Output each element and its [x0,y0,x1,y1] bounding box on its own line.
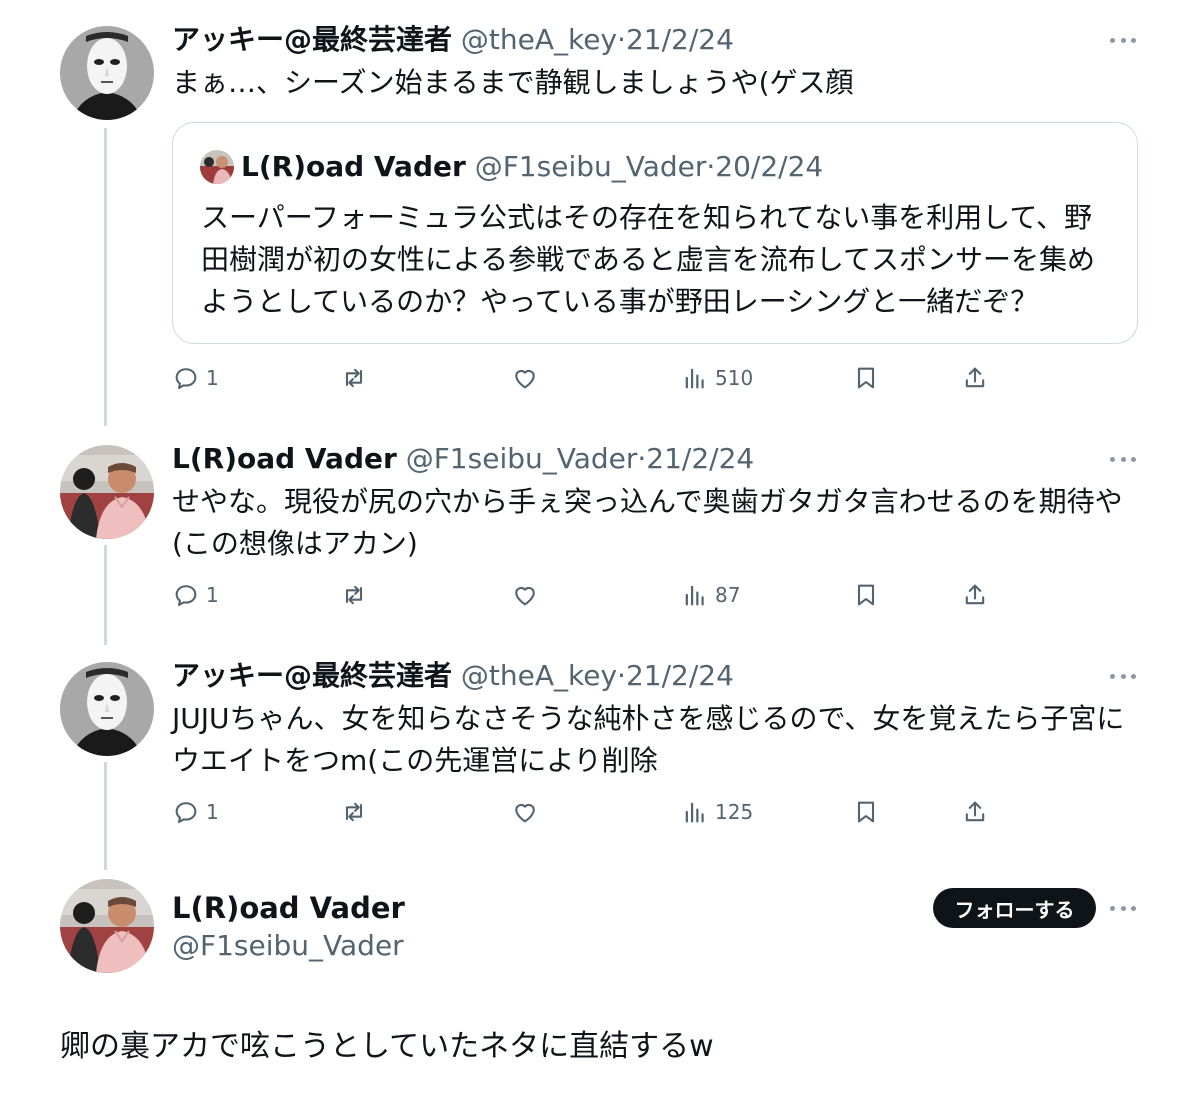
tweet-header: L(R)oad Vader @F1seibu_Vader·21/2/24 [172,439,754,479]
views-icon [685,585,704,606]
tweet-date[interactable]: 21/2/24 [626,659,734,692]
more-icon[interactable] [1110,36,1136,44]
retweet-icon [345,802,363,822]
retweet-icon [345,368,363,388]
author-handle[interactable]: @F1seibu_Vader [406,442,638,475]
like-button[interactable] [511,792,539,832]
author-handle[interactable]: @F1seibu_Vader [172,926,404,966]
retweet-button[interactable] [340,575,368,615]
avatar[interactable] [60,879,154,973]
bookmark-icon [857,801,875,823]
views-button[interactable]: 87 [681,575,740,615]
tweet-date[interactable]: 21/2/24 [646,442,754,475]
tweet-text: 卿の裏アカで呟こうとしていたネタに直結するw [60,1029,714,1064]
like-icon [515,803,535,823]
views-button[interactable]: 510 [681,358,753,398]
separator: · [617,659,626,692]
views-count: 510 [715,366,754,390]
reply-count: 1 [206,583,219,607]
reply-icon [175,802,197,823]
retweet-button[interactable] [340,792,368,832]
avatar[interactable] [60,662,154,756]
retweet-icon [345,585,363,605]
bookmark-button[interactable] [852,575,880,615]
separator: · [706,150,716,183]
bookmark-button[interactable] [852,792,880,832]
retweet-button[interactable] [340,358,368,398]
author-name[interactable]: L(R)oad Vader [172,442,397,475]
quote-date: 20/2/24 [715,150,824,183]
reply-button[interactable]: 1 [172,358,219,398]
author-handle[interactable]: @theA_key [461,659,617,692]
thread-line [104,128,107,426]
like-icon [515,369,535,389]
avatar[interactable] [60,26,154,120]
author-name[interactable]: L(R)oad Vader [172,888,405,928]
reply-button[interactable]: 1 [172,792,219,832]
reply-count: 1 [206,366,219,390]
quote-avatar [200,150,234,184]
share-icon [965,367,985,388]
quote-text: スーパーフォーミュラ公式はその存在を知られてない事を利用して、野田樹潤が初の女性… [201,201,1096,318]
tweet-actions: 1 87 [172,575,1032,615]
tweet-date[interactable]: 21/2/24 [626,23,734,56]
tweet-text: JUJUちゃん、女を知らなさそうな純朴さを感じるので、女を覚えたら子宮にウエイト… [172,702,1125,777]
author-name[interactable]: アッキー@最終芸達者 [172,659,452,692]
like-button[interactable] [511,575,539,615]
more-icon[interactable] [1110,455,1136,463]
share-icon [965,801,985,822]
reply-count: 1 [206,800,219,824]
quote-tweet[interactable]: L(R)oad Vader @F1seibu_Vader·20/2/24 スーパ… [172,122,1138,344]
views-icon [685,368,704,389]
tweet-actions: 1 510 [172,358,1032,398]
quote-author-name: L(R)oad Vader [241,150,466,183]
like-button[interactable] [511,358,539,398]
share-icon [965,584,985,605]
more-icon[interactable] [1110,904,1136,912]
more-icon[interactable] [1110,672,1136,680]
thread-line [104,762,107,870]
tweet-header: アッキー@最終芸達者 @theA_key·21/2/24 [172,656,734,696]
share-button[interactable] [961,575,989,615]
author-handle[interactable]: @theA_key [461,23,617,56]
views-count: 125 [715,800,754,824]
bookmark-icon [857,584,875,606]
thread-line [104,545,107,645]
reply-icon [175,585,197,606]
separator: · [617,23,626,56]
views-count: 87 [715,583,741,607]
tweet-header: アッキー@最終芸達者 @theA_key·21/2/24 [172,20,734,60]
tweet-text: せやな。現役が尻の穴から手ぇ突っ込んで奥歯ガタガタ言わせるのを期待や(この想像は… [172,485,1123,560]
reply-icon [175,368,197,389]
reply-button[interactable]: 1 [172,575,219,615]
quote-author-handle: @F1seibu_Vader [474,150,707,183]
like-icon [515,586,535,606]
avatar[interactable] [60,445,154,539]
bookmark-icon [857,367,875,389]
share-button[interactable] [961,358,989,398]
follow-button[interactable]: フォローする [933,888,1096,928]
separator: · [637,442,647,475]
views-button[interactable]: 125 [681,792,753,832]
share-button[interactable] [961,792,989,832]
views-icon [685,802,704,823]
author-name[interactable]: アッキー@最終芸達者 [172,23,452,56]
bookmark-button[interactable] [852,358,880,398]
quote-header: L(R)oad Vader @F1seibu_Vader·20/2/24 [241,147,823,187]
tweet-actions: 1 125 [172,792,1032,832]
tweet-text: まぁ…、シーズン始まるまで静観しましょうや(ゲス顔 [172,66,854,99]
